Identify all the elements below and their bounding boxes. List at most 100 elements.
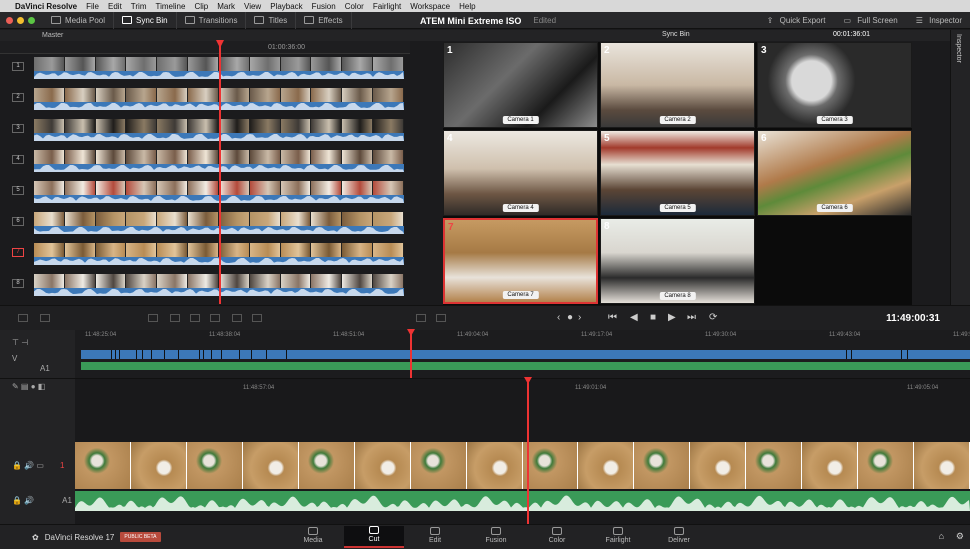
- cut-marker[interactable]: [851, 350, 852, 359]
- media-pool-button[interactable]: Media Pool: [43, 11, 115, 29]
- upper-ruler[interactable]: 11:48:25:04 11:48:38:04 11:48:51:04 11:49:0…: [75, 330, 970, 341]
- tool-icon[interactable]: [232, 314, 242, 322]
- lower-ruler[interactable]: 11:48:57:04 11:49:01:04 11:49:05:04: [75, 379, 970, 395]
- page-tab-color[interactable]: Color: [527, 527, 587, 544]
- cut-marker[interactable]: [846, 350, 847, 359]
- titles-button[interactable]: Titles: [246, 11, 297, 29]
- menu-timeline[interactable]: Timeline: [156, 2, 186, 11]
- source-track-8[interactable]: 8: [12, 279, 24, 288]
- app-menu[interactable]: DaVinci Resolve: [15, 2, 77, 11]
- cut-marker[interactable]: [199, 350, 200, 359]
- cut-marker[interactable]: [221, 350, 222, 359]
- camera-view-3[interactable]: 3 Camera 3: [757, 42, 912, 128]
- cut-marker[interactable]: [115, 350, 116, 359]
- menu-fairlight[interactable]: Fairlight: [373, 2, 401, 11]
- lower-playhead[interactable]: [524, 377, 532, 524]
- cut-marker[interactable]: [901, 350, 902, 359]
- page-tab-media[interactable]: Media: [283, 527, 343, 544]
- camera-view-1[interactable]: 1 Camera 1: [443, 42, 598, 128]
- cut-marker[interactable]: [251, 350, 252, 359]
- source-track-6[interactable]: 6: [12, 217, 24, 226]
- play-reverse-icon[interactable]: ◀: [630, 312, 638, 323]
- tool-icon[interactable]: [252, 314, 262, 322]
- jog-right-icon[interactable]: ›: [578, 312, 581, 323]
- menu-help[interactable]: Help: [459, 2, 475, 11]
- camera-view-8[interactable]: 8 Camera 8: [600, 218, 755, 304]
- source-track-7[interactable]: 7: [12, 248, 24, 257]
- source-track-5[interactable]: 5: [12, 186, 24, 195]
- cut-marker[interactable]: [111, 350, 112, 359]
- tool-icon[interactable]: [40, 314, 50, 322]
- audio-track-controls[interactable]: 🔒 🔊 A1: [12, 496, 72, 505]
- camera-view-6[interactable]: 6 Camera 6: [757, 130, 912, 216]
- effects-button[interactable]: Effects: [296, 11, 352, 29]
- go-to-start-icon[interactable]: ⏮: [608, 312, 617, 323]
- tool-icon[interactable]: [18, 314, 28, 322]
- close-window-icon[interactable]: [6, 16, 13, 24]
- settings-icon[interactable]: ⚙: [956, 531, 964, 542]
- upper-playhead[interactable]: [407, 329, 415, 378]
- cut-marker[interactable]: [142, 350, 143, 359]
- cut-marker[interactable]: [164, 350, 165, 359]
- cut-marker[interactable]: [211, 350, 212, 359]
- camera-view-4[interactable]: 4 Camera 4: [443, 130, 598, 216]
- page-tab-deliver[interactable]: Deliver: [649, 527, 709, 544]
- camera-view-2[interactable]: 2 Camera 2: [600, 42, 755, 128]
- minimize-window-icon[interactable]: [17, 16, 24, 24]
- bin-name[interactable]: Master: [42, 32, 63, 39]
- source-ruler[interactable]: 01:00:36:00: [0, 41, 410, 54]
- cut-marker[interactable]: [203, 350, 204, 359]
- page-tab-fairlight[interactable]: Fairlight: [588, 527, 648, 544]
- audio-clip-track[interactable]: [75, 491, 970, 511]
- jog-dot-icon[interactable]: ●: [567, 312, 573, 323]
- menu-edit[interactable]: Edit: [108, 2, 122, 11]
- home-icon[interactable]: ⌂: [939, 531, 944, 541]
- upper-video-track[interactable]: [81, 350, 970, 359]
- menu-fusion[interactable]: Fusion: [312, 2, 336, 11]
- transitions-button[interactable]: Transitions: [177, 11, 247, 29]
- play-icon[interactable]: ▶: [668, 312, 676, 323]
- video-clip-track[interactable]: [75, 442, 970, 489]
- quick-export-button[interactable]: ⇪ Quick Export: [763, 16, 834, 25]
- menu-file[interactable]: File: [86, 2, 99, 11]
- menu-view[interactable]: View: [244, 2, 261, 11]
- source-track-1[interactable]: 1: [12, 62, 24, 71]
- tool-icon[interactable]: [190, 314, 200, 322]
- zoom-window-icon[interactable]: [28, 16, 35, 24]
- tool-icon[interactable]: [210, 314, 220, 322]
- cut-marker[interactable]: [239, 350, 240, 359]
- menu-workspace[interactable]: Workspace: [410, 2, 450, 11]
- go-to-end-icon[interactable]: ⏭: [687, 312, 696, 323]
- source-track-3[interactable]: 3: [12, 124, 24, 133]
- stop-icon[interactable]: ■: [650, 312, 656, 323]
- source-playhead[interactable]: [216, 40, 224, 304]
- tool-icon[interactable]: [170, 314, 180, 322]
- cut-marker[interactable]: [286, 350, 287, 359]
- menu-trim[interactable]: Trim: [131, 2, 147, 11]
- menu-clip[interactable]: Clip: [194, 2, 208, 11]
- camera-view-7[interactable]: 7 Camera 7: [443, 218, 598, 304]
- inspector-button[interactable]: ☰ Inspector: [912, 16, 970, 25]
- menu-mark[interactable]: Mark: [217, 2, 235, 11]
- cut-marker[interactable]: [119, 350, 120, 359]
- cut-marker[interactable]: [151, 350, 152, 359]
- cut-marker[interactable]: [178, 350, 179, 359]
- source-track-2[interactable]: 2: [12, 93, 24, 102]
- tool-icon[interactable]: [148, 314, 158, 322]
- full-screen-button[interactable]: ▭ Full Screen: [839, 16, 905, 25]
- menu-color[interactable]: Color: [345, 2, 364, 11]
- sync-bin-button[interactable]: Sync Bin: [114, 11, 177, 29]
- timeline-options-icon[interactable]: ✎ ▤ ● ◧: [12, 382, 45, 391]
- video-track-controls[interactable]: 🔒 🔊 ▭ 1: [12, 461, 64, 470]
- page-tab-fusion[interactable]: Fusion: [466, 527, 526, 544]
- inspector-tab[interactable]: Inspector: [955, 34, 962, 63]
- lower-timeline[interactable]: 11:48:57:04 11:49:01:04 11:49:05:04: [75, 378, 970, 524]
- page-tab-edit[interactable]: Edit: [405, 527, 465, 544]
- upper-audio-track[interactable]: [81, 362, 970, 370]
- cut-marker[interactable]: [266, 350, 267, 359]
- camera-view-5[interactable]: 5 Camera 5: [600, 130, 755, 216]
- upper-timeline[interactable]: 11:48:25:04 11:48:38:04 11:48:51:04 11:49:0…: [75, 330, 970, 378]
- jog-left-icon[interactable]: ‹: [557, 312, 560, 323]
- cut-marker[interactable]: [907, 350, 908, 359]
- timeline-tool-icon[interactable]: ⊤ ⊣: [12, 338, 28, 347]
